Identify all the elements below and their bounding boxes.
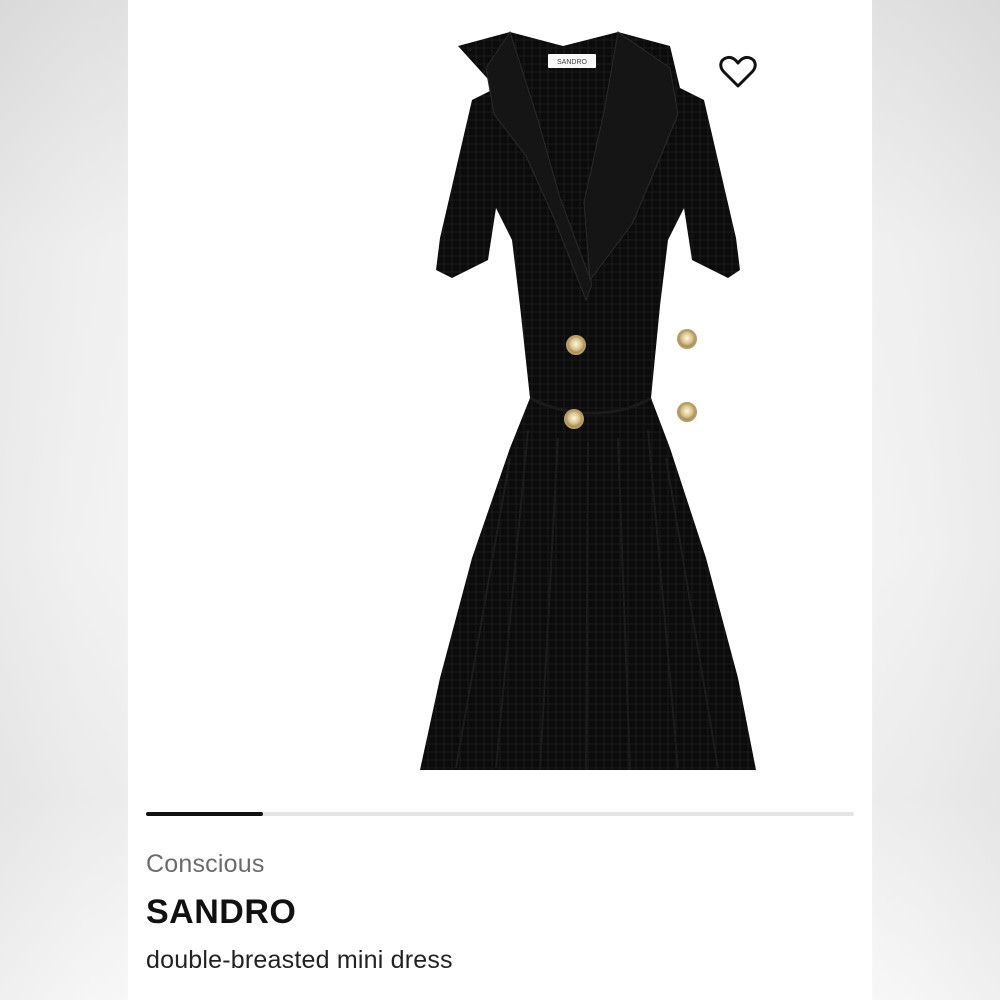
- heart-outline-icon: [719, 55, 757, 88]
- product-image[interactable]: SANDRO: [288, 28, 858, 778]
- button-bottom-left: [564, 409, 584, 429]
- brand-label-text: SANDRO: [557, 59, 588, 66]
- progress-fill: [146, 812, 263, 816]
- brand-name[interactable]: SANDRO: [146, 893, 296, 932]
- right-blur-border: [872, 0, 1000, 1000]
- product-title[interactable]: double-breasted mini dress: [146, 946, 453, 975]
- wishlist-button[interactable]: [716, 50, 760, 94]
- button-top-left: [566, 335, 586, 355]
- image-carousel-progress[interactable]: [146, 812, 854, 816]
- dress-body: [420, 32, 756, 770]
- button-bottom-right: [677, 402, 697, 422]
- left-blur-border: [0, 0, 128, 1000]
- product-screenshot: SANDRO Conscious SANDRO double-breasted …: [0, 0, 1000, 1000]
- sustainability-tag: Conscious: [146, 850, 265, 878]
- product-card[interactable]: SANDRO Conscious SANDRO double-breasted …: [128, 0, 872, 1000]
- button-top-right: [677, 329, 697, 349]
